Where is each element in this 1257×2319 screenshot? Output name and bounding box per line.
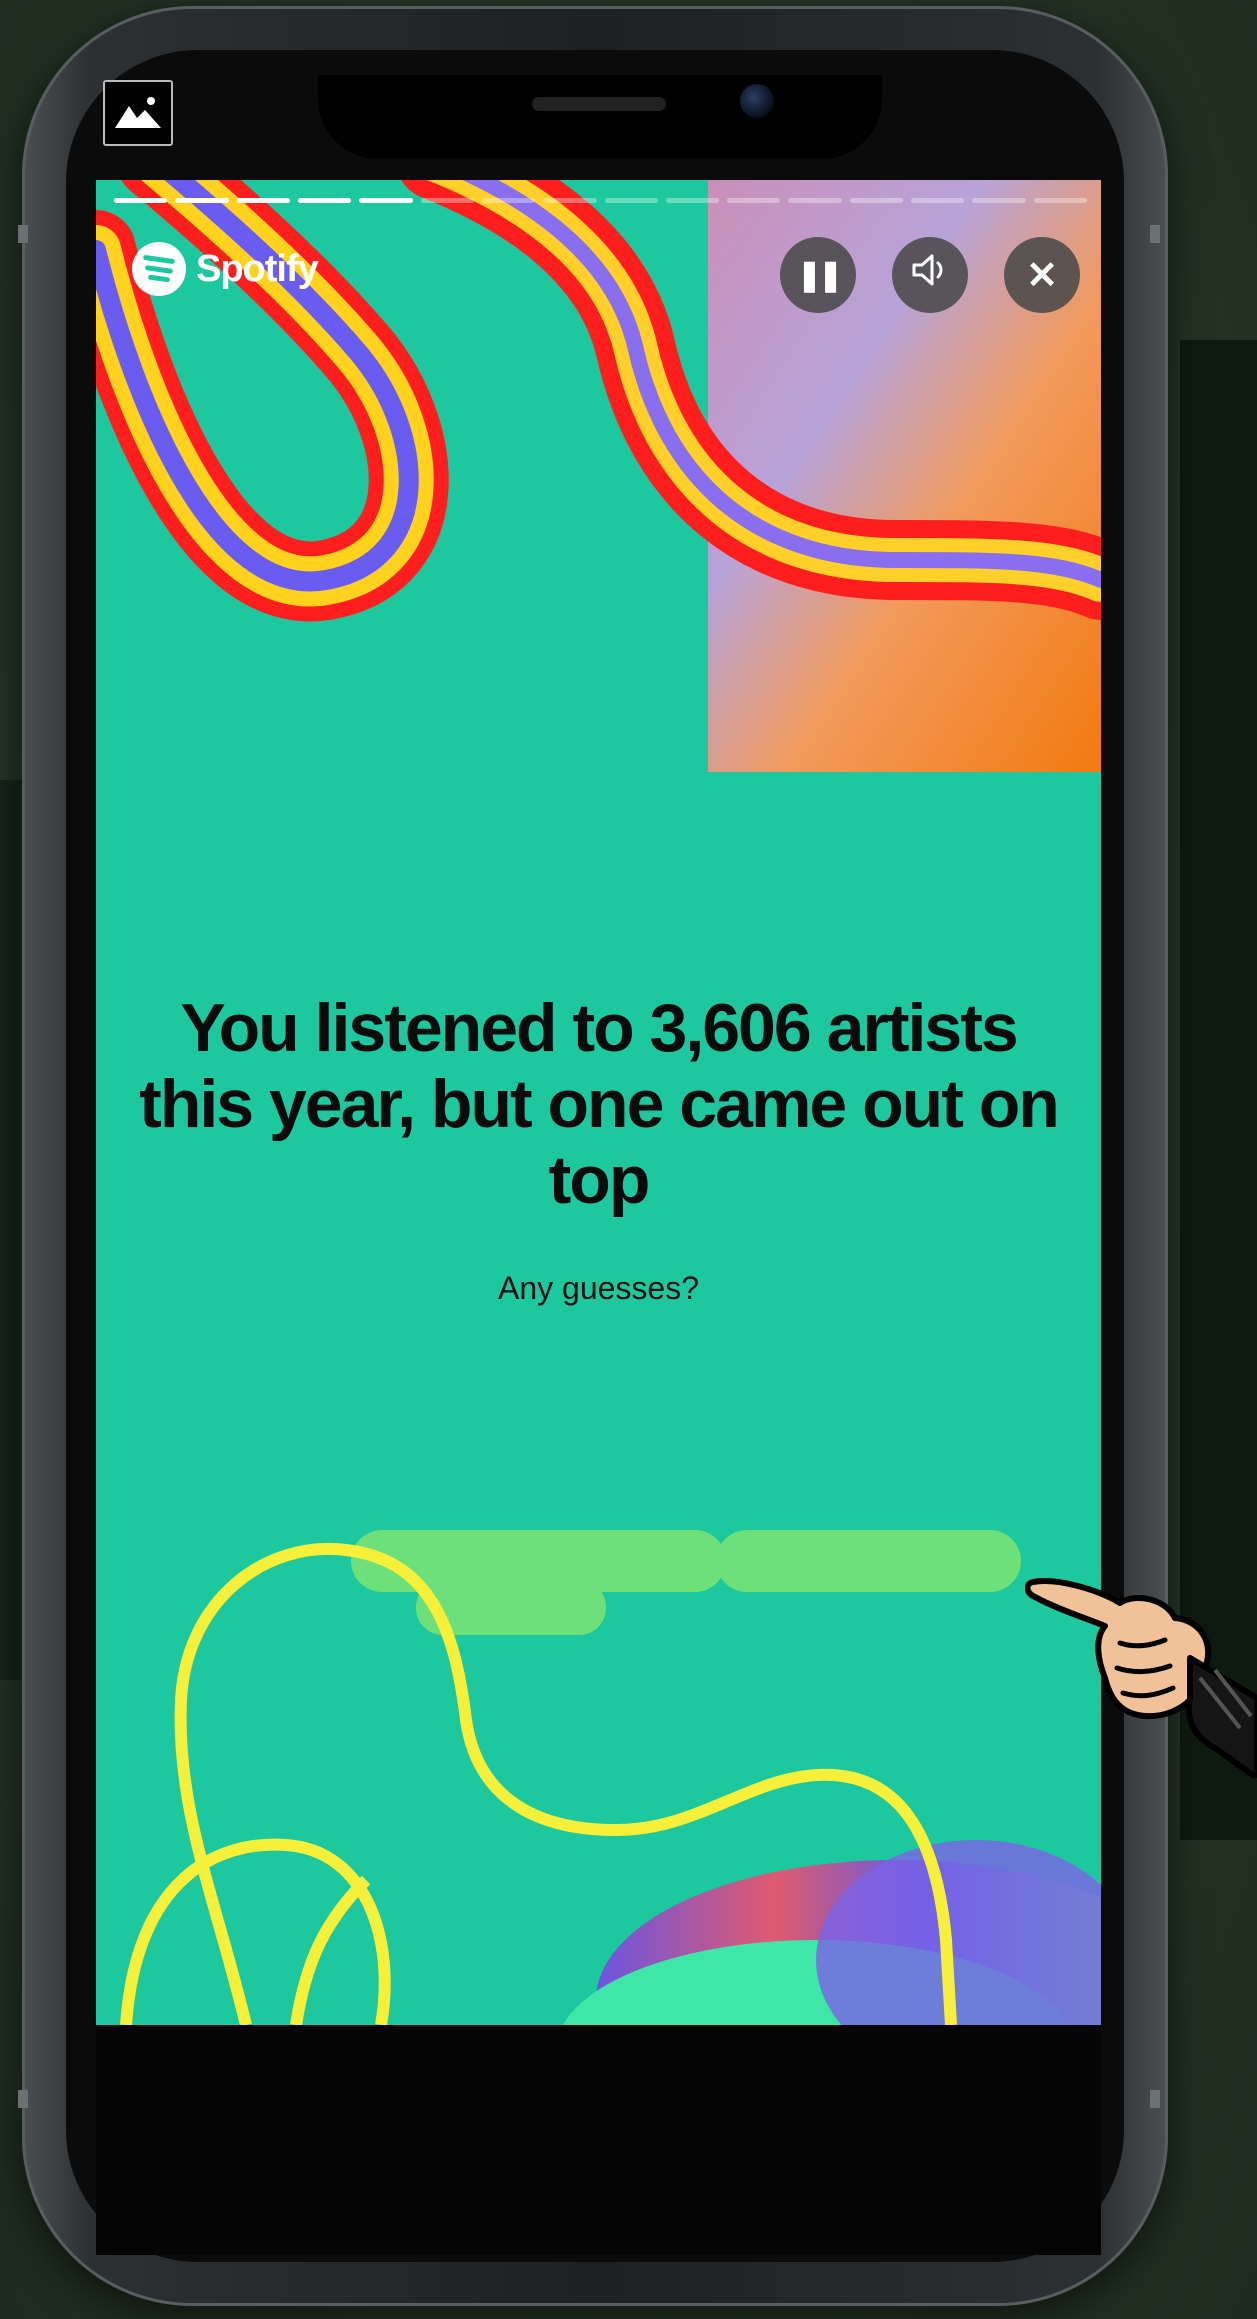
spotify-wordmark: Spotify [196,247,319,290]
progress-segment [236,198,290,203]
progress-segment [175,198,229,203]
progress-segment [849,198,904,203]
progress-segment [911,198,965,203]
progress-segment [420,198,474,203]
sound-button[interactable] [892,237,968,313]
progress-segment [481,198,536,203]
phone-side-button [1150,225,1160,243]
spotify-icon [132,242,186,296]
progress-segment [114,198,168,203]
phone-side-button [1150,2090,1160,2108]
close-icon: ✕ [1026,254,1058,297]
speaker-icon [910,252,950,298]
phone-speaker [532,97,666,111]
close-button[interactable]: ✕ [1004,237,1080,313]
progress-segment [543,198,597,203]
pause-icon: ❚❚ [796,258,843,292]
progress-segment [727,198,781,203]
phone-camera [740,84,774,118]
story-headline: You listened to 3,606 artists this year,… [139,990,1060,1218]
story-progress-bar [114,198,1087,203]
progress-segment [665,198,720,203]
progress-segment [788,198,842,203]
mountain-image-icon [103,80,173,146]
phone-side-button [18,2090,28,2108]
progress-segment [604,198,658,203]
pause-button[interactable]: ❚❚ [780,237,856,313]
spotify-logo: Spotify [132,242,319,296]
progress-segment [359,198,413,203]
phone-bottom-area [96,2025,1101,2255]
phone-notch [318,75,882,159]
progress-segment [1033,198,1087,203]
story-screen[interactable]: Spotify ❚❚ ✕ You listened to 3,606 artis… [96,180,1101,2025]
progress-segment [972,198,1026,203]
progress-segment [297,198,352,203]
pointing-hand-icon [1025,1578,1257,1778]
story-subtext: Any guesses? [497,1270,699,1306]
phone-side-button [18,225,28,243]
